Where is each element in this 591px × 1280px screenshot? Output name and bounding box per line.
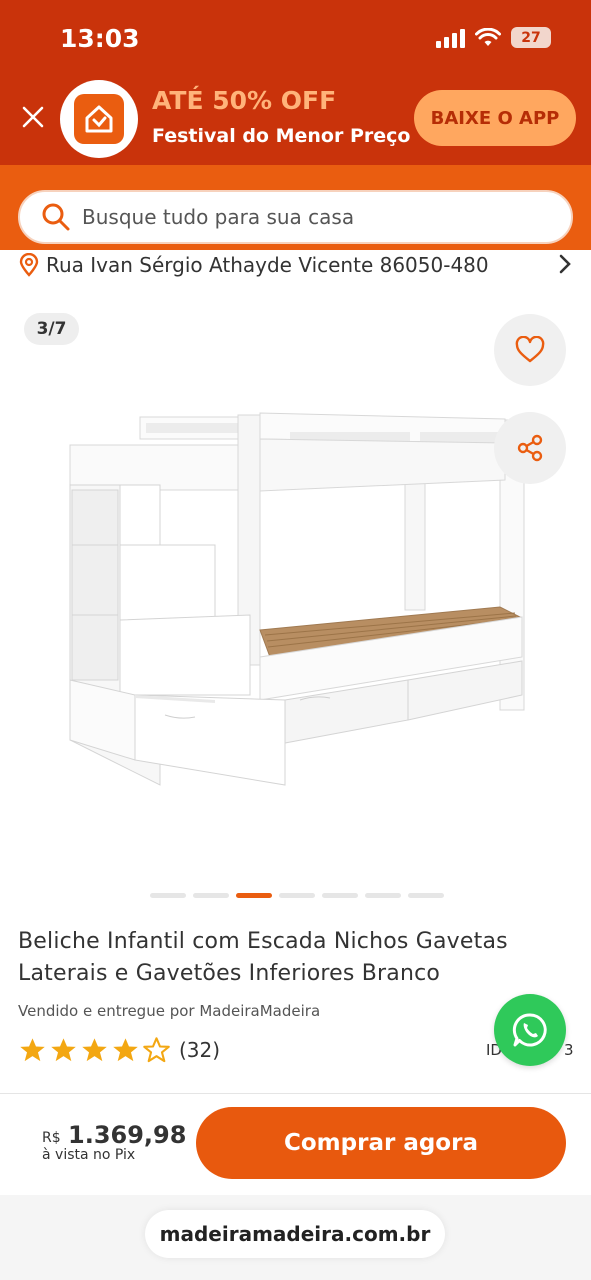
carousel-dot[interactable] — [408, 893, 444, 898]
whatsapp-icon — [512, 1013, 547, 1047]
share-button[interactable] — [494, 412, 566, 484]
address-text: Rua Ivan Sérgio Athayde Vicente 86050-48… — [46, 253, 489, 277]
close-banner-button[interactable] — [18, 104, 48, 134]
product-id-suffix: 3 — [563, 1041, 574, 1059]
status-icons: 27 — [436, 27, 551, 48]
rating-count: (32) — [179, 1038, 221, 1062]
product-rating[interactable]: (32) — [18, 1036, 220, 1064]
star-full-icon — [20, 1038, 45, 1062]
promo-subtitle: Festival do Menor Preço — [152, 125, 411, 147]
search-input[interactable]: Busque tudo para sua casa — [18, 190, 573, 244]
divider — [0, 1093, 591, 1094]
star-full-icon — [51, 1038, 76, 1062]
carousel-dot[interactable] — [193, 893, 229, 898]
battery-icon: 27 — [511, 27, 551, 48]
product-title: Beliche Infantil com Escada Nichos Gavet… — [18, 929, 508, 986]
carousel-dot[interactable] — [150, 893, 186, 898]
product-image[interactable] — [60, 395, 540, 805]
buy-now-button[interactable]: Comprar agora — [196, 1107, 566, 1179]
price-note: à vista no Pix — [42, 1147, 136, 1163]
signal-icon — [436, 28, 465, 48]
download-app-button[interactable]: BAIXE O APP — [414, 90, 576, 146]
status-time: 13:03 — [60, 24, 140, 53]
favorite-button[interactable] — [494, 314, 566, 386]
app-logo — [60, 80, 138, 158]
whatsapp-button[interactable] — [494, 994, 566, 1066]
search-icon — [42, 203, 70, 231]
price-currency: R$ — [42, 1130, 61, 1146]
price-value: 1.369,98 — [68, 1121, 187, 1149]
carousel-dot[interactable] — [365, 893, 401, 898]
heart-icon — [515, 336, 545, 363]
delivery-address[interactable]: Rua Ivan Sérgio Athayde Vicente 86050-48… — [0, 250, 591, 280]
promo-title: ATÉ 50% OFF — [152, 86, 337, 115]
star-full-icon — [82, 1038, 107, 1062]
star-full-icon — [113, 1038, 138, 1062]
seller-info: Vendido e entregue por MadeiraMadeira — [18, 1002, 321, 1020]
carousel-indicator — [150, 893, 444, 898]
house-icon — [85, 105, 113, 133]
carousel-dot-active[interactable] — [236, 893, 272, 898]
share-icon — [517, 434, 543, 462]
carousel-dot[interactable] — [279, 893, 315, 898]
star-outline-icon — [143, 1037, 170, 1063]
carousel-dot[interactable] — [322, 893, 358, 898]
location-pin-icon — [19, 253, 39, 277]
search-placeholder: Busque tudo para sua casa — [82, 205, 355, 229]
image-counter: 3/7 — [24, 313, 79, 345]
url-bar[interactable]: madeiramadeira.com.br — [145, 1210, 445, 1258]
close-icon — [22, 106, 44, 128]
chevron-right-icon — [559, 254, 571, 274]
wifi-icon — [475, 27, 501, 46]
